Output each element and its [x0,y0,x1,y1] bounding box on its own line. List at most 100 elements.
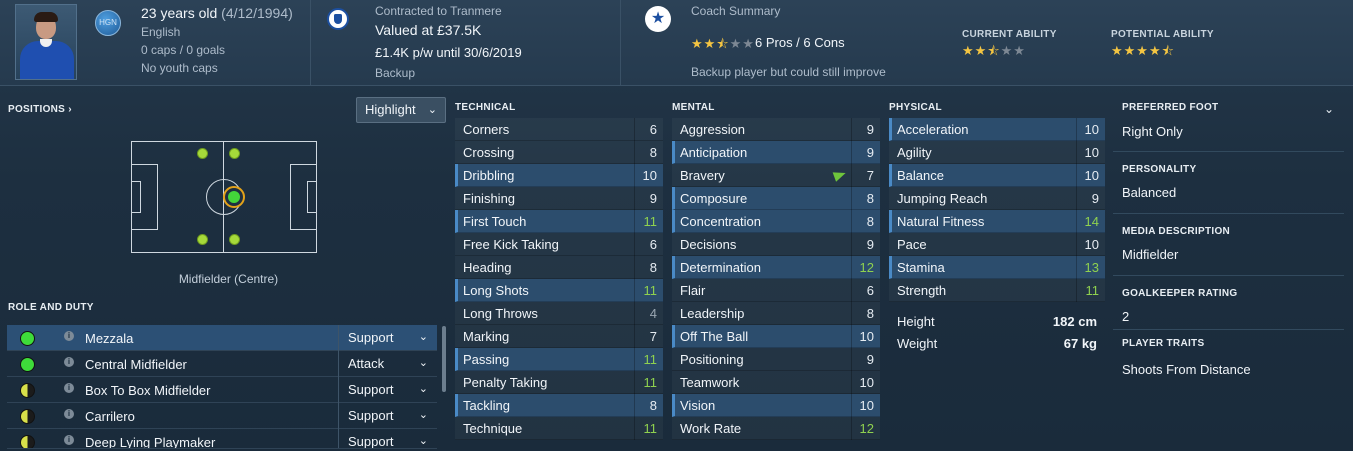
primary-position-dot[interactable] [223,186,245,208]
attribute-value: 12 [859,260,874,275]
attribute-value: 10 [1084,122,1099,137]
chevron-down-icon[interactable]: ⌄ [1324,102,1334,116]
attribute-name: Long Shots [463,283,529,298]
attribute-name: Composure [680,191,748,206]
position-dot[interactable] [197,234,208,245]
youth-caps: No youth caps [141,61,218,75]
attribute-row[interactable]: Leadership 8 [672,302,880,325]
attribute-value: 8 [649,145,657,160]
attribute-row[interactable]: Tackling 8 [455,394,663,417]
duty-dropdown[interactable]: Support ⌄ [338,403,437,429]
info-icon[interactable]: i [64,331,74,341]
attribute-row[interactable]: Finishing 9 [455,187,663,210]
player-value: Valued at £37.5K [375,22,482,38]
attribute-name: Long Throws [463,306,538,321]
attribute-row[interactable]: Long Shots 11 [455,279,663,302]
weight-label: Weight [897,336,938,351]
duty-dropdown[interactable]: Support ⌄ [338,377,437,403]
info-icon[interactable]: i [64,409,74,419]
role-row[interactable]: i Carrilero Support ⌄ [7,403,437,429]
attribute-value: 8 [866,214,874,229]
attribute-row[interactable]: Aggression 9 [672,118,880,141]
attribute-row[interactable]: Jumping Reach 9 [889,187,1105,210]
info-icon[interactable]: i [64,435,74,445]
position-caption: Midfielder (Centre) [178,272,279,286]
attribute-name: Off The Ball [680,329,749,344]
height-row: Height 182 cm [889,311,1105,333]
pros-cons[interactable]: 6 Pros / 6 Cons [755,35,845,50]
attribute-row[interactable]: Positioning 9 [672,348,880,371]
attribute-row[interactable]: Dribbling 10 [455,164,663,187]
highlight-dropdown[interactable]: Highlight ⌄ [356,97,446,123]
coach-rating-stars: ★★⯪★★ [691,36,755,51]
attribute-value: 13 [1084,260,1099,275]
attribute-name: Anticipation [680,145,748,160]
duty-dropdown[interactable]: Attack ⌄ [338,351,437,377]
info-icon[interactable]: i [64,383,74,393]
attribute-row[interactable]: Corners 6 [455,118,663,141]
attribute-row[interactable]: Penalty Taking 11 [455,371,663,394]
attribute-row[interactable]: Agility 10 [889,141,1105,164]
technical-attributes: Corners 6 Crossing 8 Dribbling 10 Finishing 9 Fi… [455,118,663,440]
media-description-block: MEDIA DESCRIPTION Midfielder [1113,214,1344,276]
attribute-row[interactable]: Long Throws 4 [455,302,663,325]
attribute-row[interactable]: Work Rate 12 [672,417,880,440]
attribute-row[interactable]: Heading 8 [455,256,663,279]
role-name: Deep Lying Playmaker [85,435,216,449]
position-dot[interactable] [229,148,240,159]
position-dot[interactable] [229,234,240,245]
attribute-row[interactable]: Pace 10 [889,233,1105,256]
position-dot[interactable] [197,148,208,159]
attribute-row[interactable]: Acceleration 10 [889,118,1105,141]
attribute-row[interactable]: Bravery 7 [672,164,880,187]
duty-dropdown[interactable]: Support ⌄ [338,429,437,448]
height-value: 182 cm [1052,314,1097,329]
attribute-value: 11 [643,214,658,229]
attribute-value: 8 [866,306,874,321]
attribute-row[interactable]: Strength 11 [889,279,1105,302]
chevron-right-icon: › [68,104,72,115]
role-row[interactable]: i Deep Lying Playmaker Support ⌄ [7,429,437,449]
role-list-scrollbar[interactable] [442,326,446,392]
duty-dropdown[interactable]: Support ⌄ [338,325,437,351]
player-wage: £1.4K p/w until 30/6/2019 [375,45,522,60]
attribute-value: 6 [649,122,657,137]
physical-title: PHYSICAL [889,102,942,113]
attribute-row[interactable]: Passing 11 [455,348,663,371]
player-traits-value[interactable]: Shoots From Distance [1113,349,1344,377]
attribute-row[interactable]: Crossing 8 [455,141,663,164]
attribute-row[interactable]: Teamwork 10 [672,371,880,394]
coach-star-icon: ★ [645,6,671,32]
current-ability-label: CURRENT ABILITY [962,29,1057,40]
role-row[interactable]: i Box To Box Midfielder Support ⌄ [7,377,437,403]
attribute-name: Positioning [680,352,744,367]
attribute-value: 6 [866,283,874,298]
attribute-row[interactable]: Composure 8 [672,187,880,210]
nation-flag-icon[interactable]: HGN [95,10,121,36]
player-age: 23 years old (4/12/1994) [141,5,293,21]
attribute-row[interactable]: First Touch 11 [455,210,663,233]
attribute-row[interactable]: Flair 6 [672,279,880,302]
positions-title[interactable]: POSITIONS › [8,104,72,115]
attribute-row[interactable]: Free Kick Taking 6 [455,233,663,256]
info-icon[interactable]: i [64,357,74,367]
club-badge-icon[interactable] [327,8,349,30]
height-label: Height [897,314,935,329]
attribute-value: 8 [649,398,657,413]
attribute-row[interactable]: Vision 10 [672,394,880,417]
attribute-row[interactable]: Stamina 13 [889,256,1105,279]
attribute-row[interactable]: Off The Ball 10 [672,325,880,348]
attribute-row[interactable]: Anticipation 9 [672,141,880,164]
attribute-row[interactable]: Decisions 9 [672,233,880,256]
attribute-row[interactable]: Natural Fitness 14 [889,210,1105,233]
attribute-row[interactable]: Determination 12 [672,256,880,279]
attribute-name: Passing [463,352,510,367]
attribute-name: Work Rate [680,421,742,436]
attribute-row[interactable]: Technique 11 [455,417,663,440]
role-row[interactable]: i Mezzala Support ⌄ [7,325,437,351]
attribute-name: First Touch [463,214,527,229]
role-row[interactable]: i Central Midfielder Attack ⌄ [7,351,437,377]
attribute-row[interactable]: Marking 7 [455,325,663,348]
attribute-row[interactable]: Balance 10 [889,164,1105,187]
attribute-row[interactable]: Concentration 8 [672,210,880,233]
